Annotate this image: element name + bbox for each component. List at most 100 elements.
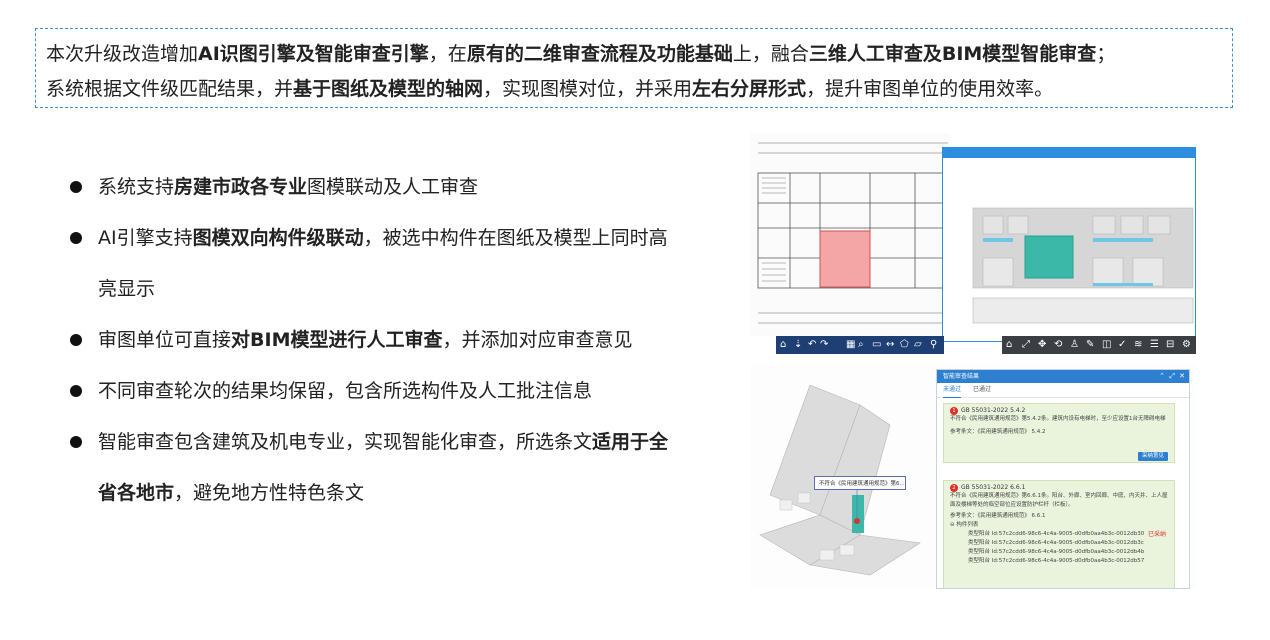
bullet-text: 系统支持 xyxy=(98,176,175,198)
walk-icon[interactable]: ♙ xyxy=(1070,339,1079,351)
component-item[interactable]: 类型阳台 Id:57c2cdd6-98c6-4c4a-9005-d0dfb0aa… xyxy=(950,539,1168,548)
bullet-dot-icon xyxy=(70,334,82,346)
split-view-screenshot: ⌂ ⇣ ↶ ↷ ▦ ⌕ ▭ ↔ ⬠ ▱ ⚲ ⌂ ⤢ ✥ ⟲ ♙ ✎ ◫ ✓ ≋ … xyxy=(750,133,1196,354)
review-results-panel: 智能审查结果 ⌃ ⤢ ✕ 未通过 已通过 1 GB 55031-2022 5.4.… xyxy=(936,369,1190,589)
panel-title: 智能审查结果 xyxy=(943,373,980,380)
floor-plan-drawing xyxy=(757,142,949,324)
bullet-text: ，并添加对应审查意见 xyxy=(442,329,633,351)
zoom-icon[interactable]: ⌕ xyxy=(858,339,864,351)
orbit-icon[interactable]: ⟲ xyxy=(1054,339,1062,351)
bullet-dot-icon xyxy=(70,232,82,244)
check-icon[interactable]: ✓ xyxy=(1118,339,1126,351)
issue-code-row: 2 GB 55031-2022 6.6.1 xyxy=(950,483,1168,492)
intro-text: ，实现图模对位，并采用 xyxy=(483,78,693,100)
bullet-text: 图模联动及人工审查 xyxy=(307,176,479,198)
model-highlighted-component xyxy=(852,495,864,533)
adopted-status: 已采纳 xyxy=(1147,531,1166,538)
intro-text: ，在 xyxy=(428,43,467,65)
tab-not-passed[interactable]: 未通过 xyxy=(943,383,962,398)
layers-icon[interactable]: ≋ xyxy=(1134,339,1142,351)
bullet-dot-icon xyxy=(70,385,82,397)
list-item: 智能审查包含建筑及机电专业，实现智能化审查，所选条文适用于全省各地市，避免地方性… xyxy=(68,417,678,519)
grid-icon[interactable]: ▦ xyxy=(846,339,855,351)
bullet-emphasis: 房建市政各专业 xyxy=(174,176,308,198)
home-icon[interactable]: ⌂ xyxy=(1006,339,1012,351)
issue-card[interactable]: 1 GB 55031-2022 5.4.2 不符合《民用建筑通用规范》第5.4.2… xyxy=(943,403,1175,463)
home-icon[interactable]: ⌂ xyxy=(780,339,786,351)
pan-icon[interactable]: ✥ xyxy=(1038,339,1046,351)
tab-passed[interactable]: 已通过 xyxy=(973,383,991,397)
cad-drawing-pane[interactable] xyxy=(750,133,950,336)
bullet-emphasis: 对BIM模型进行人工审查 xyxy=(231,329,443,351)
highlighted-component xyxy=(819,230,871,288)
collapse-icon[interactable]: ⌃ xyxy=(1159,370,1165,383)
bullet-dot-icon xyxy=(70,436,82,448)
properties-icon[interactable]: ☰ xyxy=(1150,339,1159,351)
issue-number-badge: 2 xyxy=(950,483,958,492)
list-item: 不同审查轮次的结果均保留，包含所选构件及人工批注信息 xyxy=(68,366,678,417)
intro-emphasis: 左右分屏形式 xyxy=(692,78,807,100)
fit-icon[interactable]: ⤢ xyxy=(1022,339,1030,351)
issue-text: 不符合《民用建筑通用规范》第5.4.2条。建筑内设有电梯时，至少应设置1台无障碍… xyxy=(950,416,1166,422)
issue-card[interactable]: 2 GB 55031-2022 6.6.1 不符合《民用建筑通用规范》第6.6.1… xyxy=(943,480,1175,588)
list-item: 系统支持房建市政各专业图模联动及人工审查 xyxy=(68,162,678,213)
bullet-text: ，避免地方性特色条文 xyxy=(174,482,365,504)
adopt-opinion-button[interactable]: 采纳意见 xyxy=(1137,452,1168,461)
intro-text: 系统根据文件级匹配结果，并 xyxy=(46,78,294,100)
list-item: 审图单位可直接对BIM模型进行人工审查，并添加对应审查意见 xyxy=(68,315,678,366)
polygon-icon[interactable]: ⬠ xyxy=(900,339,909,351)
intro-line-2: 系统根据文件级匹配结果，并基于图纸及模型的轴网，实现图模对位，并采用左右分屏形式… xyxy=(46,72,1222,107)
bullet-text: 审图单位可直接 xyxy=(98,329,232,351)
rect-select-icon[interactable]: ▭ xyxy=(872,339,881,351)
intro-emphasis: 基于图纸及模型的轴网 xyxy=(293,78,484,100)
model-view-pane[interactable] xyxy=(942,147,1196,342)
undo-icon[interactable]: ↶ xyxy=(808,339,816,351)
ruler-icon[interactable]: ✎ xyxy=(1086,339,1094,351)
issue-code: GB 55031-2022 6.6.1 xyxy=(961,484,1026,491)
section-icon[interactable]: ◫ xyxy=(1102,339,1111,351)
expand-icon[interactable]: ⤢ xyxy=(1169,370,1175,383)
intro-text: ； xyxy=(1096,43,1116,65)
bim-model-render xyxy=(972,207,1194,324)
area-icon[interactable]: ▱ xyxy=(914,339,922,351)
bullet-emphasis: 图模双向构件级联动 xyxy=(192,227,364,249)
bullet-text: 智能审查包含建筑及机电专业，实现智能化审查，所选条文 xyxy=(98,431,593,453)
tree-icon[interactable]: ⊟ xyxy=(1166,339,1174,351)
issue-code-row: 1 GB 55031-2022 5.4.2 xyxy=(950,406,1168,415)
close-icon[interactable]: ✕ xyxy=(1179,370,1185,383)
component-item[interactable]: 类型阳台 Id:57c2cdd6-98c6-4c4a-9005-d0dfb0aa… xyxy=(950,557,1168,566)
pin-icon[interactable]: ⇣ xyxy=(794,339,802,351)
intro-emphasis: 三维人工审查及BIM模型智能审查 xyxy=(808,43,1097,65)
location-icon[interactable]: ⚲ xyxy=(930,339,937,351)
measure-icon[interactable]: ↔ xyxy=(886,339,894,351)
intro-emphasis: 原有的二维审查流程及功能基础 xyxy=(466,43,733,65)
model-toolbar: ⌂ ⤢ ✥ ⟲ ♙ ✎ ◫ ✓ ≋ ☰ ⊟ ⚙ xyxy=(1002,336,1196,354)
panel-tabs: 未通过 已通过 xyxy=(937,383,1189,398)
redo-icon[interactable]: ↷ xyxy=(820,339,828,351)
component-list-header[interactable]: ⊖ 构件列表 xyxy=(950,521,1168,530)
issue-number-badge: 1 xyxy=(950,406,958,415)
intro-line-1: 本次升级改造增加AI识图引擎及智能审查引擎，在原有的二维审查流程及功能基础上，融… xyxy=(46,37,1222,72)
list-item: AI引擎支持图模双向构件级联动，被选中构件在图纸及模型上同时高亮显示 xyxy=(68,213,678,315)
component-item[interactable]: 类型阳台 Id:57c2cdd6-98c6-4c4a-9005-d0dfb0aa… xyxy=(950,530,1168,539)
cad-toolbar: ⌂ ⇣ ↶ ↷ ▦ ⌕ ▭ ↔ ⬠ ▱ ⚲ xyxy=(776,336,944,354)
issue-text: 不符合《民用建筑通用规范》第6.6.1条。阳台、外廊、室内回廊、中庭、内天井、上… xyxy=(950,493,1168,508)
panel-header: 智能审查结果 ⌃ ⤢ ✕ xyxy=(937,370,1189,383)
bullet-text: AI引擎支持 xyxy=(98,227,193,249)
intro-text: 本次升级改造增加 xyxy=(46,43,199,65)
issue-popup[interactable]: 不符合《民用建筑通用规范》第6... xyxy=(814,476,906,490)
issue-code: GB 55031-2022 5.4.2 xyxy=(961,407,1026,414)
intro-box: 本次升级改造增加AI识图引擎及智能审查引擎，在原有的二维审查流程及功能基础上，融… xyxy=(35,28,1233,108)
component-item[interactable]: 类型阳台 Id:57c2cdd6-98c6-4c4a-9005-d0dfb0aa… xyxy=(950,548,1168,557)
feature-list: 系统支持房建市政各专业图模联动及人工审查 AI引擎支持图模双向构件级联动，被选中… xyxy=(68,162,678,519)
intro-text: ，提升审图单位的使用效率。 xyxy=(806,78,1054,100)
intro-text: 上，融合 xyxy=(732,43,809,65)
model-highlighted-component xyxy=(1024,235,1074,279)
settings-icon[interactable]: ⚙ xyxy=(1182,339,1191,351)
bullet-dot-icon xyxy=(70,181,82,193)
intro-emphasis: AI识图引擎及智能审查引擎 xyxy=(198,43,429,65)
model-pane-titlebar xyxy=(943,148,1195,158)
bullet-text: 不同审查轮次的结果均保留，包含所选构件及人工批注信息 xyxy=(98,380,593,402)
issue-reference: 参考条文：《民用建筑通用规范》 5.4.2 xyxy=(950,429,1046,435)
component-list-label: 构件列表 xyxy=(956,522,979,528)
